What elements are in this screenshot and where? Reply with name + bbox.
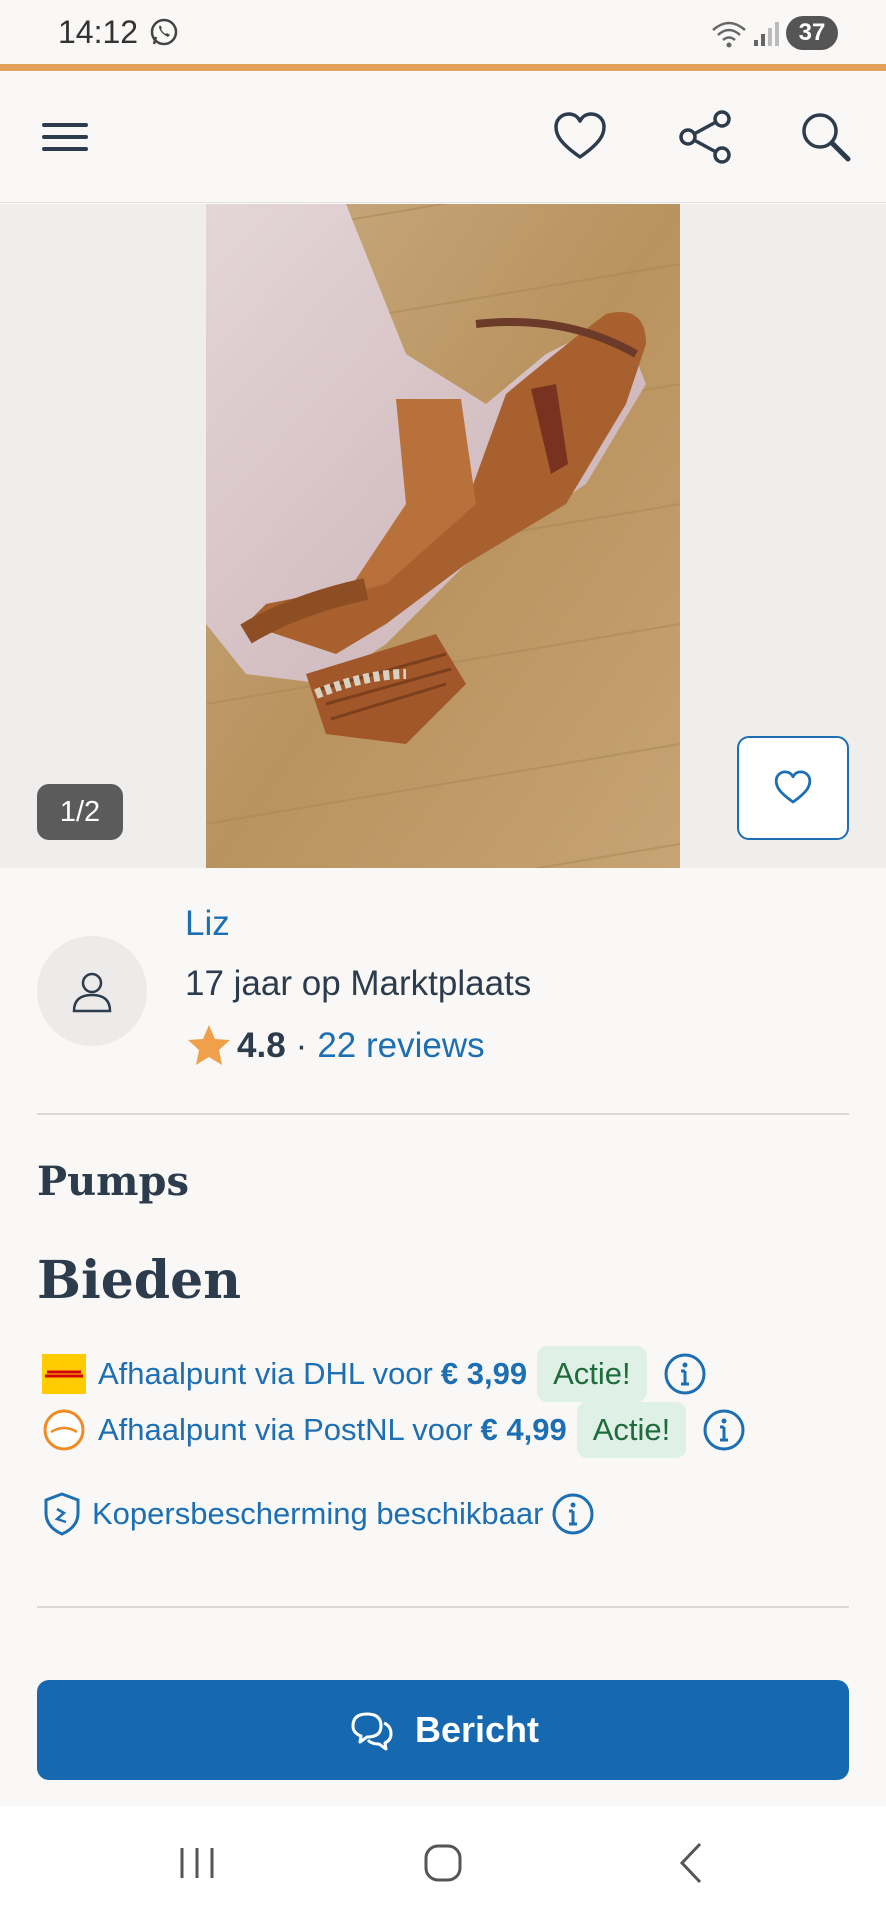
share-icon[interactable] [676,107,736,167]
chat-icon [351,1712,393,1751]
promo-badge: Actie! [576,1402,687,1458]
listing-price: Bieden [37,1250,242,1311]
user-icon [72,972,112,1013]
shipping-price: € 4,99 [480,1412,567,1447]
info-icon[interactable] [663,1352,707,1396]
divider [37,1113,849,1115]
seller-rating: 4.8 · 22 reviews [185,1024,485,1068]
buyer-protection[interactable]: Kopersbescherming beschikbaar [42,1486,595,1542]
status-time: 14:12 [58,14,139,50]
message-button[interactable]: Bericht [37,1680,849,1780]
hamburger-icon[interactable] [36,107,96,167]
shield-icon [44,1492,80,1536]
info-icon[interactable] [551,1492,595,1536]
status-bar: 14:12 37 [0,0,886,64]
shipping-price: € 3,99 [440,1356,528,1391]
postnl-logo-icon [42,1408,86,1452]
seller-membership: 17 jaar op Marktplaats [185,964,532,1003]
shipping-text: Afhaalpunt via DHL voor [98,1356,433,1391]
heart-icon[interactable] [550,107,610,167]
accent-line [0,64,886,71]
reviews-link[interactable]: 22 reviews [317,1026,484,1066]
seller-section[interactable]: Liz 17 jaar op Marktplaats 4.8 · 22 revi… [0,868,886,1114]
info-icon[interactable] [702,1408,746,1452]
wifi-icon [712,21,746,48]
shipping-option-dhl[interactable]: Afhaalpunt via DHL voor € 3,99 Actie! [42,1344,707,1404]
whatsapp-icon [150,18,178,46]
home-icon[interactable] [418,1838,468,1888]
divider [37,1606,849,1608]
shipping-option-postnl[interactable]: Afhaalpunt via PostNL voor € 4,99 Actie! [42,1400,746,1460]
rating-separator: · [295,1026,308,1065]
shipping-text: Afhaalpunt via PostNL voor [98,1412,473,1447]
image-gallery[interactable]: 1/2 [0,204,886,868]
save-favorite-button[interactable] [737,736,849,840]
back-icon[interactable] [668,1838,718,1888]
battery-indicator: 37 [786,16,838,50]
system-nav-bar [0,1806,886,1920]
product-photo[interactable] [206,204,680,868]
rating-score: 4.8 [237,1026,286,1065]
recent-apps-icon[interactable] [172,1838,222,1888]
search-icon[interactable] [796,107,856,167]
signal-icon [754,22,779,46]
listing-title: Pumps [37,1158,189,1205]
star-icon [188,1025,230,1065]
avatar[interactable] [37,936,147,1046]
seller-name[interactable]: Liz [185,904,230,944]
heart-icon [774,770,812,804]
message-button-label: Bericht [414,1709,540,1750]
app-header [0,71,886,203]
dhl-logo-icon [42,1352,86,1396]
buyer-protection-label: Kopersbescherming beschikbaar [92,1496,544,1531]
promo-badge: Actie! [537,1346,647,1402]
image-counter: 1/2 [37,784,123,840]
